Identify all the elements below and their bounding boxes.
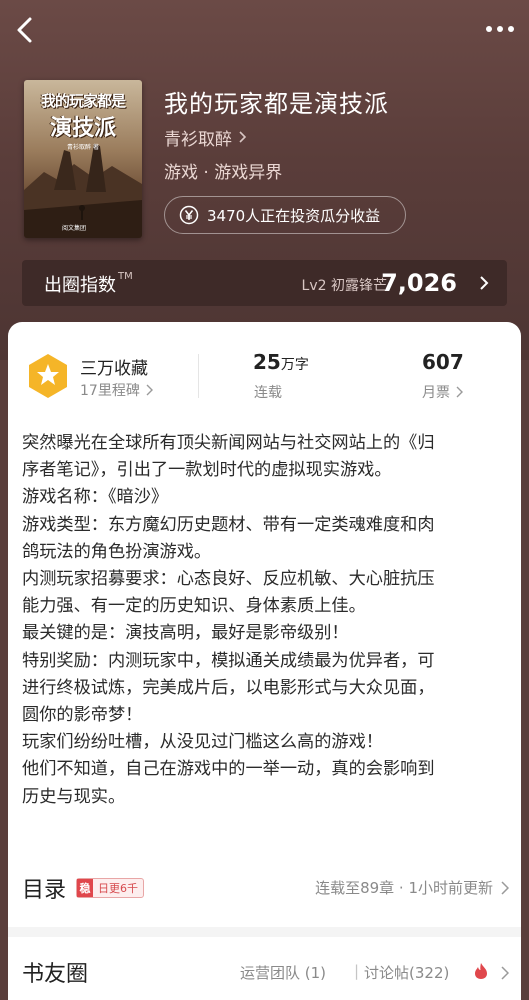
chevron-right-icon: [501, 881, 509, 895]
stats-row: 三万收藏 17里程碑 25万字 连载 607 月票: [8, 322, 521, 422]
discussion-posts-link[interactable]: 讨论帖(322): [364, 962, 449, 983]
synopsis-line: 内测玩家招募要求：心态良好、反应机敏、大心脏抗压: [22, 569, 435, 590]
cover-author: 青衫取醉 著: [67, 144, 99, 151]
invest-button[interactable]: 3470人正在投资瓜分收益: [164, 196, 406, 234]
ops-team-link[interactable]: 运营团队 (1): [240, 962, 326, 983]
genre-tags: 游戏 · 游戏异界: [164, 163, 283, 183]
chevron-right-icon: [146, 384, 153, 396]
chevron-right-icon: [480, 276, 489, 290]
top-bar: [0, 0, 529, 60]
toc-title: 目录: [22, 878, 67, 903]
word-count: 25万字: [253, 350, 309, 374]
flame-icon: [475, 963, 487, 979]
book-cover[interactable]: 我的玩家都是 演技派 青衫取醉 著 阅文集团: [24, 80, 142, 238]
monthly-tickets-count: 607: [422, 350, 464, 374]
synopsis-line: 最关键的是：演技高明，最好是影帝级别！: [22, 623, 349, 644]
synopsis-line: 进行终极试炼，完美成片后，以电影形式与大众见面，: [22, 677, 435, 698]
cover-title-line2: 演技派: [49, 115, 116, 141]
author-name: 青衫取醉: [164, 129, 232, 150]
separator-bar: |: [354, 962, 360, 980]
book-club-row[interactable]: 书友圈 运营团队 (1) | 讨论帖(322): [8, 952, 521, 992]
synopsis-line: 历史与现实。: [22, 786, 126, 807]
index-value: 7,026: [381, 269, 457, 297]
book-title: 我的玩家都是演技派: [164, 90, 389, 118]
invest-text: 3470人正在投资瓜分收益: [207, 206, 381, 225]
chevron-right-icon: [501, 966, 509, 980]
cover-title-line1: 我的玩家都是: [40, 92, 126, 110]
author-link[interactable]: 青衫取醉: [164, 126, 247, 150]
synopsis[interactable]: 突然曝光在全球所有顶尖新闻网站与社交网站上的《归 序者笔记》，引出了一款划时代的…: [22, 430, 512, 811]
yen-icon: [179, 205, 199, 225]
book-detail-card: 三万收藏 17里程碑 25万字 连载 607 月票 突然曝光在全球所有顶尖新闻网…: [8, 322, 521, 1000]
synopsis-line: 圆你的影帝梦！: [22, 705, 143, 726]
synopsis-line: 玩家们纷纷吐槽，从没见过门槛这么高的游戏！: [22, 732, 383, 753]
milestone-link[interactable]: 17里程碑: [80, 380, 153, 400]
chevron-right-icon: [239, 131, 247, 143]
popularity-index-bar[interactable]: 出圈指数 TM Lv2 初露锋芒 7,026: [22, 260, 507, 306]
update-status: 连载至89章 · 1小时前更新: [315, 879, 493, 897]
chevron-right-icon: [456, 386, 463, 398]
index-label: 出圈指数 TM: [44, 271, 133, 296]
synopsis-line: 鸽玩法的角色扮演游戏。: [22, 541, 212, 562]
section-separator: [8, 927, 521, 937]
star-medal-icon[interactable]: [24, 352, 72, 400]
badge-tag: 稳: [77, 879, 93, 897]
table-of-contents-row[interactable]: 目录 稳 日更6千 连载至89章 · 1小时前更新: [8, 870, 521, 906]
book-club-title: 书友圈: [22, 962, 89, 987]
trademark-mark: TM: [118, 271, 133, 282]
index-level: Lv2 初露锋芒: [301, 278, 387, 294]
badge-text: 日更6千: [98, 882, 138, 895]
collect-count: 三万收藏: [80, 359, 148, 379]
update-badge: 稳 日更6千: [76, 878, 144, 898]
synopsis-line: 他们不知道，自己在游戏中的一举一动，真的会影响到: [22, 759, 435, 780]
synopsis-line: 游戏类型：东方魔幻历史题材、带有一定类魂难度和肉: [22, 514, 435, 535]
synopsis-line: 序者笔记》，引出了一款划时代的虚拟现实游戏。: [22, 460, 392, 481]
stat-divider: [198, 354, 199, 398]
more-dots-icon[interactable]: [485, 24, 515, 34]
synopsis-line: 游戏名称：《暗沙》: [22, 487, 169, 508]
monthly-tickets-link[interactable]: 月票: [422, 382, 463, 402]
chevron-left-icon[interactable]: [12, 14, 40, 46]
serial-status: 连载: [254, 385, 282, 401]
synopsis-line: 能力强、有一定的历史知识、身体素质上佳。: [22, 596, 366, 617]
synopsis-line: 突然曝光在全球所有顶尖新闻网站与社交网站上的《归: [22, 433, 435, 453]
cover-publisher: 阅文集团: [62, 225, 87, 232]
synopsis-line: 特别奖励：内测玩家中，模拟通关成绩最为优异者，可: [22, 650, 435, 671]
